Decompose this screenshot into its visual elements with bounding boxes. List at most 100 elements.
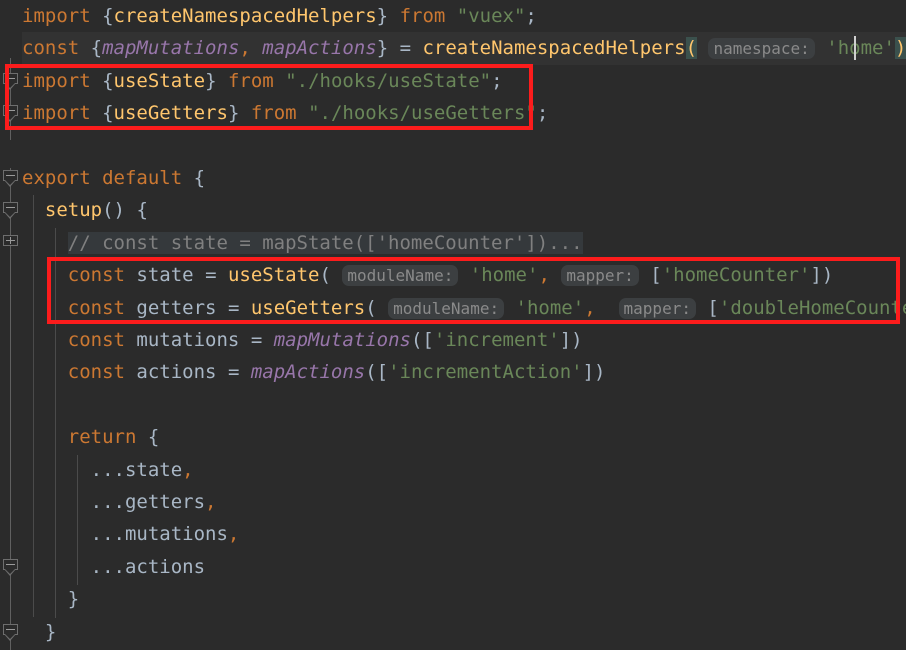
token-keyword-import: import: [22, 102, 91, 125]
code-line[interactable]: }: [22, 583, 906, 615]
token-keyword-from: from: [227, 69, 274, 92]
code-line[interactable]: ...actions: [22, 551, 906, 583]
code-line-blank[interactable]: [22, 130, 906, 162]
token-comma: ,: [227, 523, 240, 546]
token-keyword-return: return: [67, 426, 137, 449]
token-brace-open: {: [102, 69, 114, 92]
code-content[interactable]: import {createNamespacedHelpers} from "v…: [22, 0, 906, 650]
token-keyword-const: const: [67, 361, 125, 384]
fold-collapse-icon[interactable]: [3, 170, 18, 187]
code-line[interactable]: import {createNamespacedHelpers} from "v…: [22, 0, 906, 32]
token-brace-open: {: [90, 37, 103, 60]
param-hint-mapper: mapper:: [618, 297, 696, 319]
fold-collapse-icon[interactable]: [3, 202, 18, 220]
folded-comment-placeholder[interactable]: // const state = mapState(['homeCounter'…: [67, 231, 583, 254]
code-line-blank[interactable]: [22, 389, 906, 421]
token-string-home: 'home': [469, 264, 539, 287]
code-line[interactable]: setup() {: [22, 194, 906, 226]
token-var-mutations: mutations: [136, 329, 240, 351]
code-line[interactable]: ...mutations,: [22, 518, 906, 550]
token-brace-close: }: [44, 620, 57, 643]
token-mapmutations: mapMutations: [102, 37, 240, 60]
param-hint-mapper: mapper:: [561, 265, 639, 287]
token-comma: ,: [538, 264, 550, 287]
token-semicolon: ;: [536, 102, 549, 125]
token-bracket-paren-close: ]): [582, 361, 606, 384]
code-line[interactable]: }: [22, 616, 906, 648]
token-semicolon: ;: [491, 69, 503, 92]
token-keyword-import: import: [22, 5, 91, 27]
token-paren-open: (: [365, 296, 377, 319]
code-line[interactable]: import {useState} from "./hooks/useState…: [22, 65, 906, 97]
code-line[interactable]: const getters = useGetters( moduleName: …: [22, 292, 906, 324]
token-paren-open-matched: (: [685, 37, 698, 60]
editor-gutter[interactable]: [0, 0, 22, 650]
code-line[interactable]: const {mapMutations, mapActions} = creat…: [22, 32, 906, 64]
param-hint-namespace: namespace:: [708, 38, 815, 60]
token-usegetters: useGetters: [113, 102, 228, 125]
fold-collapse-icon[interactable]: [3, 72, 18, 90]
code-line[interactable]: const mutations = mapMutations(['increme…: [22, 324, 906, 356]
code-line[interactable]: ...state,: [22, 454, 906, 486]
token-var-state: state: [124, 458, 183, 481]
fold-rail: [10, 58, 11, 140]
token-spread-actions: ...: [90, 555, 125, 578]
token-var-state: state: [136, 264, 194, 287]
code-line[interactable]: // const state = mapState(['homeCounter'…: [22, 227, 906, 259]
code-line[interactable]: ...getters,: [22, 486, 906, 518]
token-bracket-paren-close: ]): [559, 329, 583, 351]
token-assign: =: [239, 329, 274, 351]
token-assign: =: [216, 296, 251, 319]
token-usestate: useState: [113, 69, 206, 92]
token-keyword-import: import: [22, 69, 91, 92]
fold-collapse-icon[interactable]: [3, 105, 18, 123]
code-line[interactable]: import {useGetters} from "./hooks/useGet…: [22, 97, 906, 129]
token-string-increment: 'increment': [433, 329, 560, 351]
token-paren-close-matched: ): [894, 37, 906, 60]
token-bracket-open: [: [707, 296, 719, 319]
token-paren-open: (: [319, 264, 331, 287]
token-keyword-const: const: [67, 329, 125, 351]
code-line[interactable]: const state = useState( moduleName: 'hom…: [22, 259, 906, 291]
token-createnamespacedhelpers: createNamespacedHelpers: [113, 5, 377, 27]
fold-collapse-icon[interactable]: [3, 558, 18, 576]
token-setup: setup: [44, 199, 103, 222]
fold-collapse-icon[interactable]: [3, 623, 18, 641]
token-brace-close: }: [227, 102, 240, 125]
param-hint-modulename: moduleName:: [342, 265, 459, 287]
token-usestate: useState: [227, 264, 320, 287]
token-spread-mutations: ...: [90, 523, 125, 546]
token-brace-open: {: [136, 199, 148, 222]
token-brace-close: }: [376, 5, 389, 27]
token-assign: =: [388, 37, 423, 60]
token-brace-open: {: [193, 167, 206, 189]
code-editor[interactable]: import {createNamespacedHelpers} from "v…: [0, 0, 906, 650]
code-line[interactable]: export default {: [22, 162, 906, 194]
token-paren-bracket-open: ([: [365, 361, 389, 384]
token-brace-open: {: [102, 102, 114, 125]
code-line[interactable]: const actions = mapActions(['incrementAc…: [22, 356, 906, 388]
token-bracket-close: ]): [810, 264, 834, 287]
token-string-doublehomecounter: 'doubleHomeCounter': [718, 296, 906, 319]
code-line[interactable]: return {: [22, 421, 906, 453]
fold-expand-icon[interactable]: [3, 234, 18, 250]
